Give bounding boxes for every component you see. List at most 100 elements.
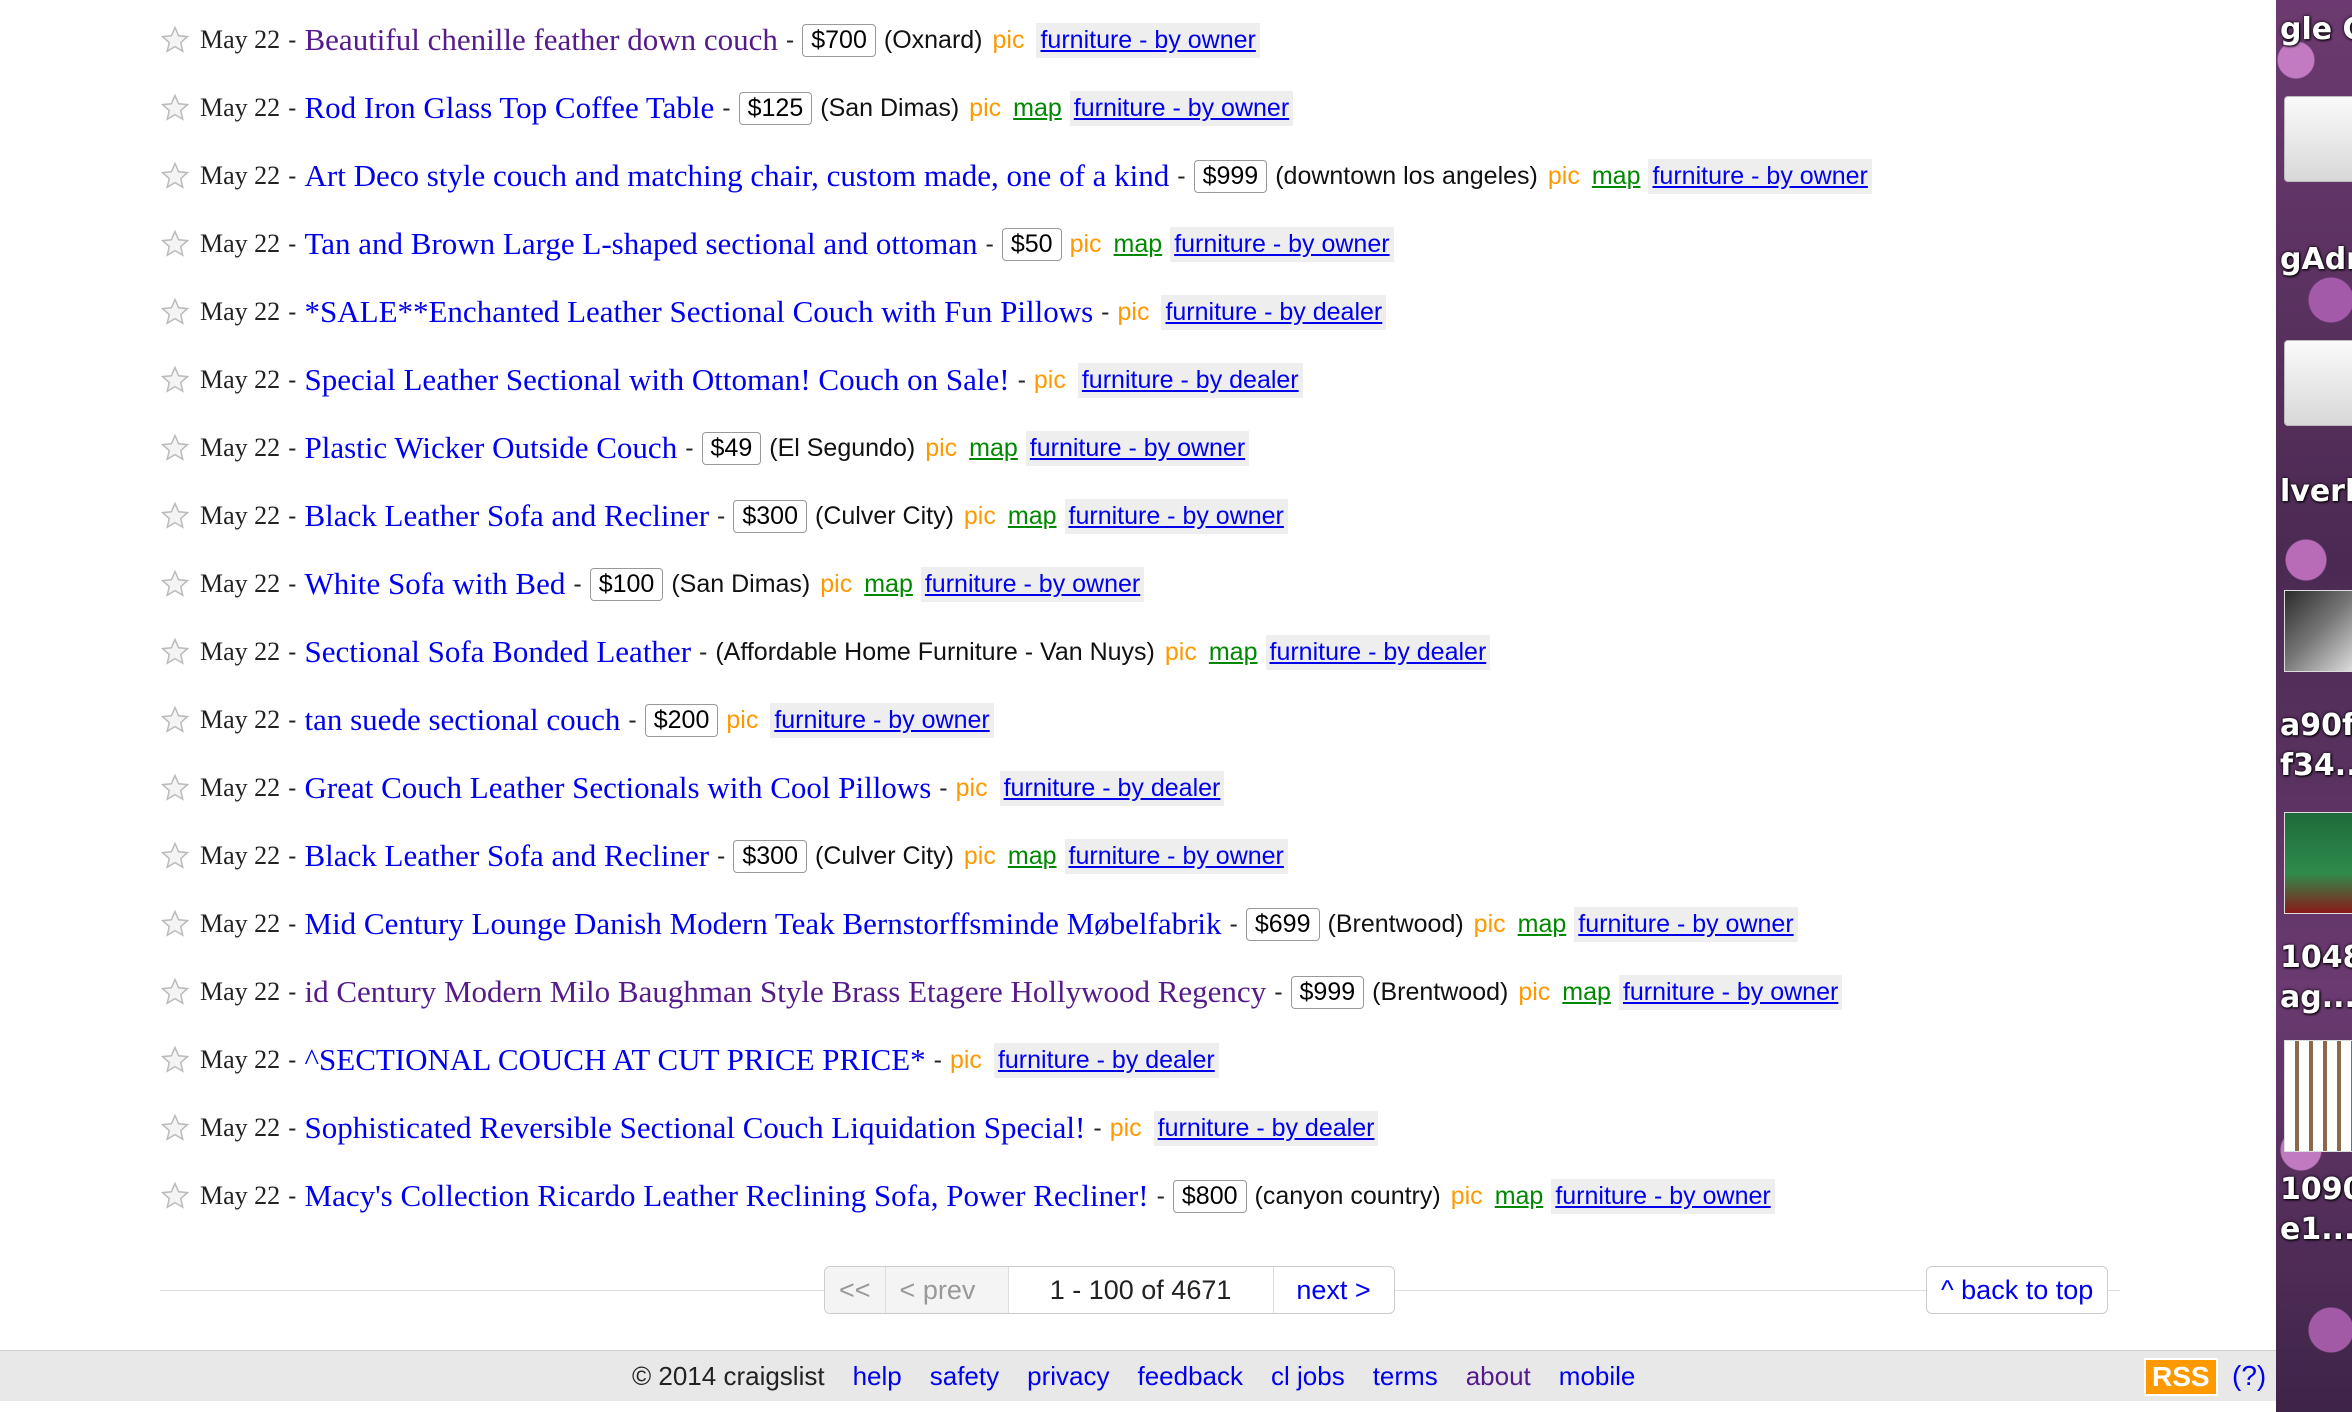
listing-title-link[interactable]: Sophisticated Reversible Sectional Couch…: [305, 1110, 1086, 1146]
favorite-star-icon[interactable]: [160, 1181, 190, 1211]
map-link[interactable]: map: [864, 570, 913, 599]
favorite-star-icon[interactable]: [160, 909, 190, 939]
map-link[interactable]: map: [1592, 162, 1641, 191]
first-page-button[interactable]: <<: [825, 1267, 886, 1313]
map-link[interactable]: map: [1114, 230, 1163, 259]
favorite-star-icon[interactable]: [160, 569, 190, 599]
category-link[interactable]: furniture - by owner: [1025, 430, 1250, 466]
image-file-icon[interactable]: [2284, 590, 2352, 672]
desktop-label[interactable]: e1...N: [2280, 1212, 2352, 1247]
separator: -: [288, 977, 297, 1006]
listing-title-link[interactable]: Sectional Sofa Bonded Leather: [305, 634, 692, 670]
listing-location: (Brentwood): [1327, 909, 1464, 938]
favorite-star-icon[interactable]: [160, 25, 190, 55]
desktop-label[interactable]: 1048: [2280, 940, 2352, 975]
listing-title-link[interactable]: Great Couch Leather Sectionals with Cool…: [305, 770, 932, 806]
favorite-star-icon[interactable]: [160, 1045, 190, 1075]
category-link[interactable]: furniture - by owner: [770, 702, 994, 738]
desktop-label[interactable]: ag...d: [2280, 980, 2352, 1015]
map-link[interactable]: map: [1495, 1182, 1544, 1211]
rss-button[interactable]: RSS: [2144, 1358, 2218, 1396]
footer-link-mobile[interactable]: mobile: [1559, 1361, 1636, 1392]
favorite-star-icon[interactable]: [160, 1113, 190, 1143]
map-link[interactable]: map: [1209, 638, 1258, 667]
footer-link-about[interactable]: about: [1466, 1361, 1531, 1392]
listing-title-link[interactable]: *SALE**Enchanted Leather Sectional Couch…: [305, 294, 1094, 330]
listing-title-link[interactable]: Plastic Wicker Outside Couch: [305, 430, 678, 466]
category-link[interactable]: furniture - by dealer: [1153, 1110, 1379, 1146]
favorite-star-icon[interactable]: [160, 841, 190, 871]
category-link[interactable]: furniture - by dealer: [999, 770, 1225, 806]
favorite-star-icon[interactable]: [160, 637, 190, 667]
favorite-star-icon[interactable]: [160, 705, 190, 735]
image-file-icon[interactable]: [2284, 1040, 2352, 1152]
footer-link-feedback[interactable]: feedback: [1137, 1361, 1243, 1392]
listing-title-link[interactable]: Macy's Collection Ricardo Leather Reclin…: [305, 1178, 1149, 1214]
category-link[interactable]: furniture - by owner: [1574, 906, 1798, 942]
listing-title-link[interactable]: Mid Century Lounge Danish Modern Teak Be…: [305, 906, 1222, 942]
favorite-star-icon[interactable]: [160, 297, 190, 327]
rss-help-link[interactable]: (?): [2232, 1360, 2266, 1392]
desktop-label[interactable]: gle Cl: [2280, 12, 2352, 47]
listing-title-link[interactable]: id Century Modern Milo Baughman Style Br…: [305, 974, 1267, 1010]
category-link[interactable]: furniture - by dealer: [1077, 362, 1303, 398]
favorite-star-icon[interactable]: [160, 977, 190, 1007]
image-file-icon[interactable]: [2284, 812, 2352, 914]
favorite-star-icon[interactable]: [160, 433, 190, 463]
listing-title-link[interactable]: Black Leather Sofa and Recliner: [305, 498, 710, 534]
map-link[interactable]: map: [1013, 94, 1062, 123]
favorite-star-icon[interactable]: [160, 161, 190, 191]
category-link[interactable]: furniture - by dealer: [1265, 634, 1491, 670]
prev-page-button[interactable]: < prev: [885, 1267, 1009, 1313]
category-link[interactable]: furniture - by owner: [1036, 22, 1260, 58]
map-link[interactable]: map: [1562, 978, 1611, 1007]
footer-link-privacy[interactable]: privacy: [1027, 1361, 1109, 1392]
map-link[interactable]: map: [969, 434, 1018, 463]
favorite-star-icon[interactable]: [160, 365, 190, 395]
listing-title-link[interactable]: tan suede sectional couch: [305, 702, 621, 738]
footer-link-safety[interactable]: safety: [930, 1361, 999, 1392]
category-link[interactable]: furniture - by owner: [1069, 90, 1294, 126]
desktop-label[interactable]: 1090: [2280, 1172, 2352, 1207]
category-link[interactable]: furniture - by owner: [1551, 1178, 1775, 1214]
listing-price: $125: [738, 91, 813, 125]
listing-row: May 22- id Century Modern Milo Baughman S…: [160, 972, 1843, 1012]
desktop-label[interactable]: f34...: [2280, 748, 2352, 783]
category-link[interactable]: furniture - by owner: [1648, 158, 1872, 194]
category-link[interactable]: furniture - by dealer: [993, 1042, 1219, 1078]
category-link[interactable]: furniture - by owner: [1618, 974, 1843, 1010]
category-link[interactable]: furniture - by dealer: [1161, 294, 1387, 330]
favorite-star-icon[interactable]: [160, 229, 190, 259]
footer-link-cl-jobs[interactable]: cl jobs: [1271, 1361, 1345, 1392]
listing-title-link[interactable]: Art Deco style couch and matching chair,…: [305, 158, 1170, 194]
map-link[interactable]: map: [1008, 502, 1057, 531]
favorite-star-icon[interactable]: [160, 501, 190, 531]
category-link[interactable]: furniture - by owner: [1170, 226, 1394, 262]
back-to-top-button[interactable]: ^ back to top: [1926, 1266, 2109, 1314]
desktop-label[interactable]: gAdm: [2280, 242, 2352, 277]
next-page-button[interactable]: next >: [1274, 1267, 1394, 1313]
listing-row: May 22- Macy's Collection Ricardo Leather…: [160, 1176, 1775, 1216]
desktop-label[interactable]: lverli: [2280, 474, 2352, 509]
listing-date: May 22: [200, 1045, 281, 1074]
footer-link-terms[interactable]: terms: [1373, 1361, 1438, 1392]
listing-title-link[interactable]: Beautiful chenille feather down couch: [305, 22, 778, 58]
listing-title-link[interactable]: Rod Iron Glass Top Coffee Table: [305, 90, 715, 126]
map-link[interactable]: map: [1518, 910, 1567, 939]
category-link[interactable]: furniture - by owner: [920, 566, 1145, 602]
listing-title-link[interactable]: Tan and Brown Large L-shaped sectional a…: [305, 226, 978, 262]
listing-row: May 22- Plastic Wicker Outside Couch - $49(…: [160, 428, 1250, 468]
favorite-star-icon[interactable]: [160, 773, 190, 803]
favorite-star-icon[interactable]: [160, 93, 190, 123]
listing-title-link[interactable]: Black Leather Sofa and Recliner: [305, 838, 710, 874]
category-link[interactable]: furniture - by owner: [1064, 498, 1288, 534]
drive-icon[interactable]: [2284, 96, 2352, 182]
footer-link-help[interactable]: help: [853, 1361, 902, 1392]
listing-title-link[interactable]: White Sofa with Bed: [305, 566, 566, 602]
listing-title-link[interactable]: ^SECTIONAL COUCH AT CUT PRICE PRICE*: [305, 1042, 926, 1078]
map-link[interactable]: map: [1008, 842, 1057, 871]
drive-icon[interactable]: [2284, 340, 2352, 426]
listing-title-link[interactable]: Special Leather Sectional with Ottoman! …: [305, 362, 1010, 398]
desktop-label[interactable]: a90fe: [2280, 708, 2352, 743]
category-link[interactable]: furniture - by owner: [1064, 838, 1288, 874]
